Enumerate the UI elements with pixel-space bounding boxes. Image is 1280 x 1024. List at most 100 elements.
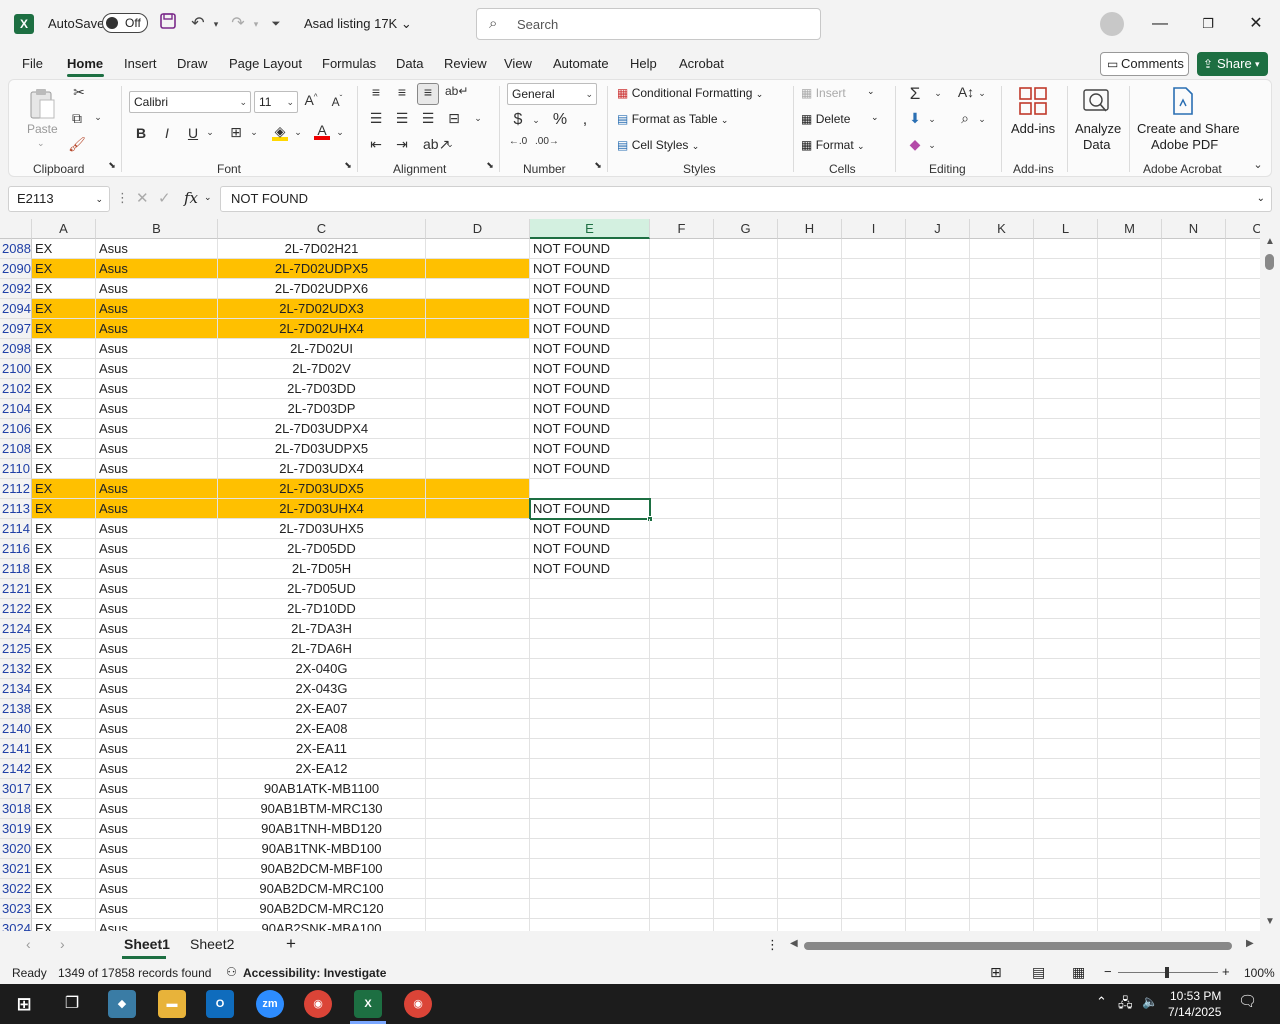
- table-cell[interactable]: [970, 519, 1034, 539]
- table-cell[interactable]: [778, 659, 842, 679]
- table-cell[interactable]: 2X-EA12: [218, 759, 426, 779]
- table-cell[interactable]: [714, 459, 778, 479]
- table-cell[interactable]: [1034, 539, 1098, 559]
- decrease-decimal-icon[interactable]: .00→: [535, 136, 559, 147]
- row-header[interactable]: 2104: [0, 399, 32, 419]
- table-cell[interactable]: [714, 419, 778, 439]
- row-header[interactable]: 2090: [0, 259, 32, 279]
- table-cell[interactable]: [1226, 479, 1260, 499]
- table-cell[interactable]: [714, 359, 778, 379]
- table-cell[interactable]: [1034, 639, 1098, 659]
- table-cell[interactable]: [970, 359, 1034, 379]
- table-cell[interactable]: EX: [32, 279, 96, 299]
- table-cell[interactable]: [426, 399, 530, 419]
- table-cell[interactable]: [650, 439, 714, 459]
- table-cell[interactable]: [714, 439, 778, 459]
- table-cell[interactable]: [842, 479, 906, 499]
- table-cell[interactable]: [714, 899, 778, 919]
- table-cell[interactable]: EX: [32, 559, 96, 579]
- table-cell[interactable]: [1162, 819, 1226, 839]
- table-cell[interactable]: 2L-7D03DP: [218, 399, 426, 419]
- table-cell[interactable]: [714, 619, 778, 639]
- table-cell[interactable]: [1098, 419, 1162, 439]
- table-cell[interactable]: EX: [32, 879, 96, 899]
- table-cell[interactable]: [970, 719, 1034, 739]
- table-cell[interactable]: [1226, 679, 1260, 699]
- table-cell[interactable]: [778, 399, 842, 419]
- row-header[interactable]: 2102: [0, 379, 32, 399]
- table-cell[interactable]: [1098, 599, 1162, 619]
- table-cell[interactable]: 2X-043G: [218, 679, 426, 699]
- table-cell[interactable]: [426, 719, 530, 739]
- tab-review[interactable]: Review: [444, 56, 487, 71]
- table-cell[interactable]: EX: [32, 479, 96, 499]
- table-cell[interactable]: [1034, 679, 1098, 699]
- table-cell[interactable]: [1098, 379, 1162, 399]
- table-cell[interactable]: [778, 239, 842, 259]
- tab-data[interactable]: Data: [396, 56, 423, 71]
- table-cell[interactable]: [426, 279, 530, 299]
- table-cell[interactable]: [778, 599, 842, 619]
- table-cell[interactable]: [1034, 359, 1098, 379]
- autosum-dropdown-icon[interactable]: ⌄: [933, 88, 943, 99]
- more-options-icon[interactable]: ⋮: [116, 190, 129, 206]
- cell-styles-button[interactable]: ▤ Cell Styles ⌄: [617, 138, 699, 152]
- tab-acrobat[interactable]: Acrobat: [679, 56, 724, 71]
- table-cell[interactable]: [426, 619, 530, 639]
- clear-icon[interactable]: ◆: [905, 136, 925, 153]
- table-cell[interactable]: [426, 459, 530, 479]
- table-cell[interactable]: [426, 439, 530, 459]
- table-cell[interactable]: [1162, 779, 1226, 799]
- table-cell[interactable]: EX: [32, 799, 96, 819]
- table-cell[interactable]: [426, 519, 530, 539]
- table-cell[interactable]: [906, 519, 970, 539]
- table-cell[interactable]: [1226, 259, 1260, 279]
- font-color-icon[interactable]: A: [313, 122, 331, 140]
- table-cell[interactable]: [714, 859, 778, 879]
- table-cell[interactable]: [1226, 439, 1260, 459]
- table-cell[interactable]: [842, 799, 906, 819]
- table-cell[interactable]: Asus: [96, 279, 218, 299]
- table-cell[interactable]: [426, 819, 530, 839]
- table-cell[interactable]: [650, 799, 714, 819]
- table-cell[interactable]: [842, 339, 906, 359]
- table-cell[interactable]: Asus: [96, 299, 218, 319]
- table-cell[interactable]: [1162, 399, 1226, 419]
- table-cell[interactable]: [650, 919, 714, 931]
- table-cell[interactable]: [426, 779, 530, 799]
- table-cell[interactable]: [906, 739, 970, 759]
- table-cell[interactable]: [906, 879, 970, 899]
- table-cell[interactable]: [426, 599, 530, 619]
- expand-formula-icon[interactable]: ⌄: [1257, 187, 1265, 211]
- table-cell[interactable]: [906, 679, 970, 699]
- table-cell[interactable]: [1034, 839, 1098, 859]
- borders-icon[interactable]: ⊞: [227, 124, 245, 141]
- row-header[interactable]: 3024: [0, 919, 32, 931]
- table-cell[interactable]: 2L-7D03UDPX4: [218, 419, 426, 439]
- orientation-dropdown-icon[interactable]: ⌄: [445, 139, 455, 150]
- table-cell[interactable]: [778, 519, 842, 539]
- insert-function-icon[interactable]: fx: [184, 189, 198, 207]
- table-cell[interactable]: [714, 559, 778, 579]
- font-family-select[interactable]: Calibri ⌄: [129, 91, 251, 113]
- table-cell[interactable]: [714, 259, 778, 279]
- table-cell[interactable]: [906, 759, 970, 779]
- table-cell[interactable]: [1098, 359, 1162, 379]
- table-cell[interactable]: [1098, 899, 1162, 919]
- notifications-icon[interactable]: 🗨: [1238, 992, 1257, 1010]
- table-cell[interactable]: Asus: [96, 879, 218, 899]
- table-cell[interactable]: Asus: [96, 759, 218, 779]
- table-cell[interactable]: [426, 559, 530, 579]
- align-right-icon[interactable]: ☰: [419, 110, 437, 127]
- table-cell[interactable]: [778, 479, 842, 499]
- table-cell[interactable]: [426, 579, 530, 599]
- table-cell[interactable]: [906, 539, 970, 559]
- align-top-icon[interactable]: ≡: [367, 84, 385, 100]
- table-cell[interactable]: NOT FOUND: [530, 359, 650, 379]
- sheet-options-icon[interactable]: ⋮: [766, 937, 779, 953]
- table-cell[interactable]: [650, 839, 714, 859]
- table-cell[interactable]: [1226, 739, 1260, 759]
- column-header-a[interactable]: A: [32, 219, 96, 239]
- table-cell[interactable]: [778, 879, 842, 899]
- table-cell[interactable]: Asus: [96, 919, 218, 931]
